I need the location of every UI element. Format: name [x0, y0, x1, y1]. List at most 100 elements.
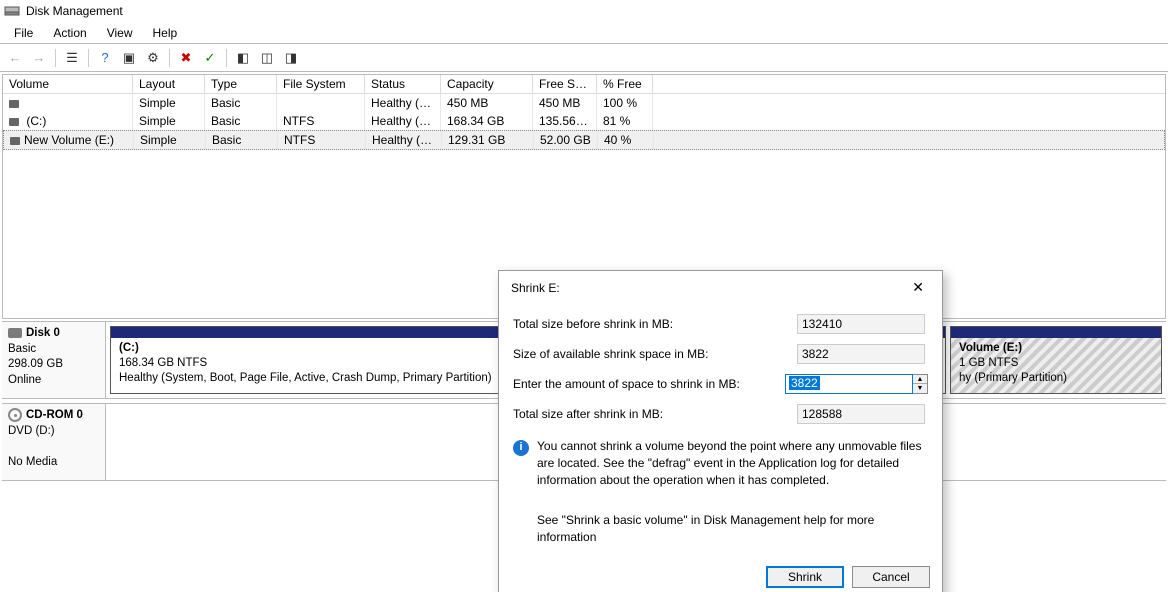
volume-free: 450 MB [533, 94, 597, 112]
toolbar-separator [226, 49, 227, 67]
check-icon[interactable]: ✓ [199, 47, 221, 69]
avail-label: Size of available shrink space in MB: [513, 347, 797, 361]
help-icon[interactable]: ? [94, 47, 116, 69]
disk-size: 298.09 GB [8, 358, 63, 370]
volume-icon [9, 100, 19, 108]
window-title: Disk Management [26, 4, 123, 18]
shrink-button[interactable]: Shrink [766, 566, 844, 588]
info-icon: i [513, 440, 529, 456]
volume-pct: 81 % [597, 112, 653, 130]
volume-status: Healthy (P... [366, 131, 442, 149]
partition-size: 168.34 GB NTFS [119, 357, 207, 369]
partition-status: Healthy (System, Boot, Page File, Active… [119, 372, 492, 384]
volume-name: New Volume (E:) [24, 133, 114, 147]
dialog-help-text: See "Shrink a basic volume" in Disk Mana… [537, 512, 928, 546]
disk-status: Online [8, 374, 41, 386]
dialog-body: Total size before shrink in MB: Size of … [499, 302, 942, 558]
partition-label: (C:) [119, 342, 139, 354]
delete-icon[interactable]: ✖ [175, 47, 197, 69]
cd-icon [8, 408, 22, 422]
menu-view[interactable]: View [97, 25, 143, 41]
menu-bar: File Action View Help [0, 22, 1168, 44]
volume-fs: NTFS [278, 131, 366, 149]
before-value [797, 314, 925, 334]
col-volume[interactable]: Volume [3, 75, 133, 93]
console-icon[interactable]: ▣ [118, 47, 140, 69]
volume-fs: NTFS [277, 112, 365, 130]
partition-label: Volume (E:) [959, 342, 1022, 354]
drive-status: No Media [8, 456, 57, 468]
toolbar-separator [55, 49, 56, 67]
col-pct[interactable]: % Free [597, 75, 653, 93]
volume-row[interactable]: Simple Basic Healthy (R... 450 MB 450 MB… [3, 94, 1165, 112]
volume-type: Basic [206, 131, 278, 149]
toolbar-separator [88, 49, 89, 67]
col-free[interactable]: Free Spa... [533, 75, 597, 93]
col-filesystem[interactable]: File System [277, 75, 365, 93]
volume-capacity: 168.34 GB [441, 112, 533, 130]
volume-type: Basic [205, 112, 277, 130]
partition-stripe [951, 327, 1161, 338]
volume-icon [10, 137, 20, 145]
forward-icon[interactable]: → [28, 47, 50, 69]
disk-info[interactable]: CD-ROM 0 DVD (D:) No Media [2, 404, 106, 480]
menu-file[interactable]: File [4, 25, 43, 41]
volume-icon [9, 118, 19, 126]
before-label: Total size before shrink in MB: [513, 317, 797, 331]
disk-name: Disk 0 [26, 327, 60, 339]
volume-pct: 40 % [598, 131, 654, 149]
dialog-buttons: Shrink Cancel [499, 558, 942, 592]
refresh-icon[interactable]: ⚙ [142, 47, 164, 69]
col-type[interactable]: Type [205, 75, 277, 93]
shrink-dialog: Shrink E: ✕ Total size before shrink in … [498, 270, 943, 592]
action2-icon[interactable]: ◫ [256, 47, 278, 69]
dialog-title: Shrink E: [511, 281, 560, 295]
spinner-down-icon[interactable]: ▼ [913, 384, 927, 393]
partition-size: 1 GB NTFS [959, 357, 1018, 369]
volume-status: Healthy (R... [365, 94, 441, 112]
back-icon[interactable]: ← [4, 47, 26, 69]
show-hide-tree-icon[interactable]: ☰ [61, 47, 83, 69]
volume-pct: 100 % [597, 94, 653, 112]
dialog-titlebar: Shrink E: ✕ [499, 271, 942, 302]
disk-info[interactable]: Disk 0 Basic 298.09 GB Online [2, 322, 106, 398]
action3-icon[interactable]: ◨ [280, 47, 302, 69]
volume-layout: Simple [134, 131, 206, 149]
app-icon [4, 3, 20, 19]
spinner-up-icon[interactable]: ▲ [913, 375, 927, 384]
menu-action[interactable]: Action [43, 25, 96, 41]
volume-row[interactable]: New Volume (E:) Simple Basic NTFS Health… [3, 130, 1165, 150]
info-text: You cannot shrink a volume beyond the po… [537, 438, 928, 488]
partition-e[interactable]: Volume (E:) 1 GB NTFS hy (Primary Partit… [950, 326, 1162, 394]
avail-value [797, 344, 925, 364]
volume-capacity: 129.31 GB [442, 131, 534, 149]
col-layout[interactable]: Layout [133, 75, 205, 93]
close-icon[interactable]: ✕ [906, 279, 930, 296]
after-label: Total size after shrink in MB: [513, 407, 797, 421]
volume-row[interactable]: (C:) Simple Basic NTFS Healthy (S... 168… [3, 112, 1165, 130]
title-bar: Disk Management [0, 0, 1168, 22]
menu-help[interactable]: Help [143, 25, 188, 41]
volume-free: 135.56 GB [533, 112, 597, 130]
spinner: ▲ ▼ [913, 374, 928, 394]
amount-label: Enter the amount of space to shrink in M… [513, 377, 785, 391]
partition-status: hy (Primary Partition) [959, 372, 1067, 384]
volume-fs [277, 94, 365, 112]
col-capacity[interactable]: Capacity [441, 75, 533, 93]
toolbar-separator [169, 49, 170, 67]
drive-name: CD-ROM 0 [26, 409, 83, 421]
disk-icon [8, 328, 22, 338]
toolbar: ← → ☰ ? ▣ ⚙ ✖ ✓ ◧ ◫ ◨ [0, 44, 1168, 72]
volume-free: 52.00 GB [534, 131, 598, 149]
volume-name: (C:) [23, 114, 46, 128]
after-value [797, 404, 925, 424]
cancel-button[interactable]: Cancel [852, 566, 930, 588]
volume-layout: Simple [133, 94, 205, 112]
col-status[interactable]: Status [365, 75, 441, 93]
volume-list-header: Volume Layout Type File System Status Ca… [3, 75, 1165, 94]
dialog-info: i You cannot shrink a volume beyond the … [513, 438, 928, 488]
volume-status: Healthy (S... [365, 112, 441, 130]
volume-type: Basic [205, 94, 277, 112]
action1-icon[interactable]: ◧ [232, 47, 254, 69]
disk-type: Basic [8, 343, 36, 355]
